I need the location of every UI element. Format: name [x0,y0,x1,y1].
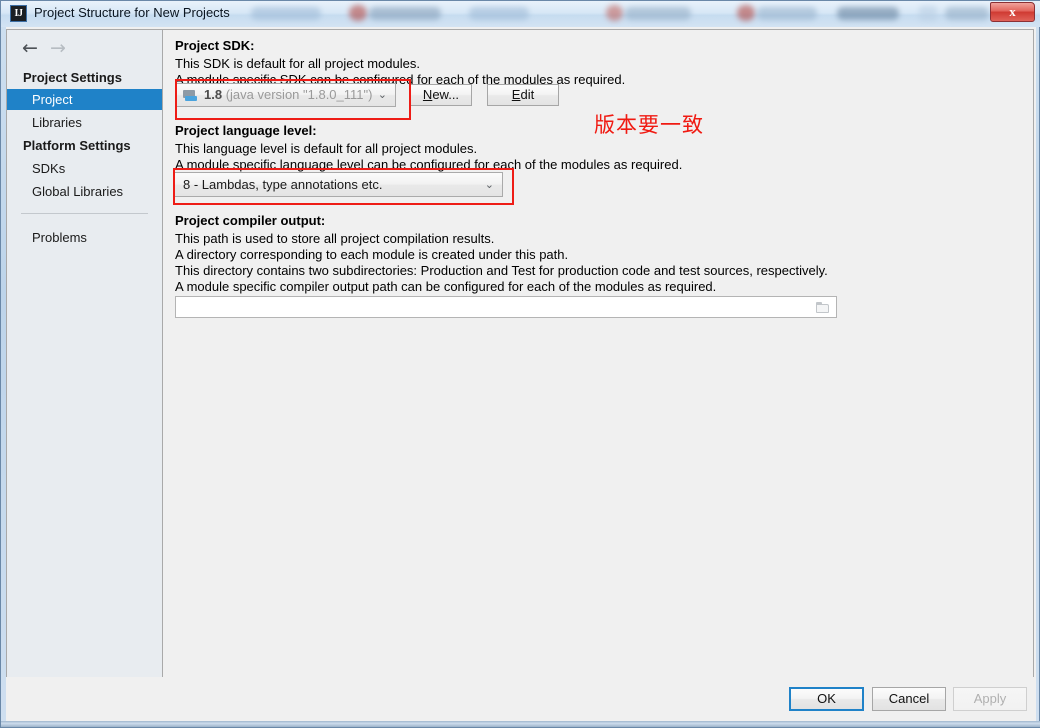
compiler-output-desc-line-2: A directory corresponding to each module… [175,247,569,262]
project-sdk-title: Project SDK: [175,38,255,53]
titlebar-blur-artifact [757,7,817,20]
settings-sidebar: ← → Project Settings Project Libraries P… [6,29,163,677]
folder-browse-icon[interactable] [816,302,829,313]
edit-sdk-button[interactable]: Edit [487,84,559,106]
project-sdk-version: 1.8 [204,87,223,102]
annotation-note-text: 版本要一致 [594,113,704,137]
compiler-output-desc-line-3: This directory contains two subdirectori… [175,263,828,278]
sdk-module-icon [183,90,197,101]
window-bottom-edge [1,721,1040,727]
titlebar-blur-artifact [945,7,989,20]
compiler-output-desc-line-4: A module specific compiler output path c… [175,279,717,294]
titlebar-blur-artifact [606,5,623,21]
titlebar-blur-artifact [737,5,755,21]
app-icon: IJ [10,5,27,22]
language-level-title: Project language level: [175,123,317,138]
titlebar-blur-artifact [469,7,529,20]
apply-button: Apply [953,687,1027,711]
compiler-output-path-field[interactable] [175,296,837,318]
titlebar-blur-artifact [919,6,937,21]
dialog-client-area: ← → Project Settings Project Libraries P… [6,27,1036,723]
window-title: Project Structure for New Projects [34,5,230,20]
compiler-output-title: Project compiler output: [175,213,326,228]
title-bar: IJ Project Structure for New Projects x [1,1,1040,27]
new-button-mnemonic: N [422,87,433,102]
back-arrow-icon[interactable]: ← [17,38,43,60]
sidebar-group-project-settings: Project Settings [23,70,122,85]
language-level-desc-line-1: This language level is default for all p… [175,141,478,156]
project-sdk-detail: (java version "1.8.0_111") [225,87,373,102]
language-level-desc-line-2: A module specific language level can be … [175,157,683,172]
titlebar-blur-artifact [837,7,899,20]
edit-button-label: dit [520,87,535,102]
sidebar-item-libraries[interactable]: Libraries [7,112,162,133]
project-sdk-dropdown[interactable]: 1.8 (java version "1.8.0_111") ⌄ [175,83,396,107]
new-button-label: ew... [432,87,460,102]
chevron-down-icon: ⌄ [377,88,387,101]
forward-arrow-icon[interactable]: → [45,38,71,60]
dialog-button-bar: OK Cancel Apply [6,677,1036,723]
titlebar-blur-artifact [251,7,321,20]
ok-button[interactable]: OK [789,687,864,711]
titlebar-blur-artifact [349,5,367,21]
dialog-window: IJ Project Structure for New Projects x … [0,0,1040,728]
project-sdk-desc-line-1: This SDK is default for all project modu… [175,56,420,71]
navigation-arrows: ← → [17,38,97,60]
titlebar-blur-artifact [369,7,441,20]
titlebar-blur-artifact [625,7,691,20]
cancel-button[interactable]: Cancel [872,687,946,711]
sidebar-divider [21,213,148,214]
sidebar-item-sdks[interactable]: SDKs [7,158,162,179]
sidebar-item-project[interactable]: Project [7,89,162,110]
compiler-output-desc-line-1: This path is used to store all project c… [175,231,495,246]
close-button[interactable]: x [990,2,1035,22]
language-level-value: 8 - Lambdas, type annotations etc. [183,177,383,192]
sidebar-item-problems[interactable]: Problems [7,227,162,248]
new-sdk-button[interactable]: New... [410,84,472,106]
sidebar-group-platform-settings: Platform Settings [23,138,131,153]
sidebar-item-global-libraries[interactable]: Global Libraries [7,181,162,202]
chevron-down-icon: ⌄ [484,178,494,191]
language-level-dropdown[interactable]: 8 - Lambdas, type annotations etc. ⌄ [173,172,503,197]
